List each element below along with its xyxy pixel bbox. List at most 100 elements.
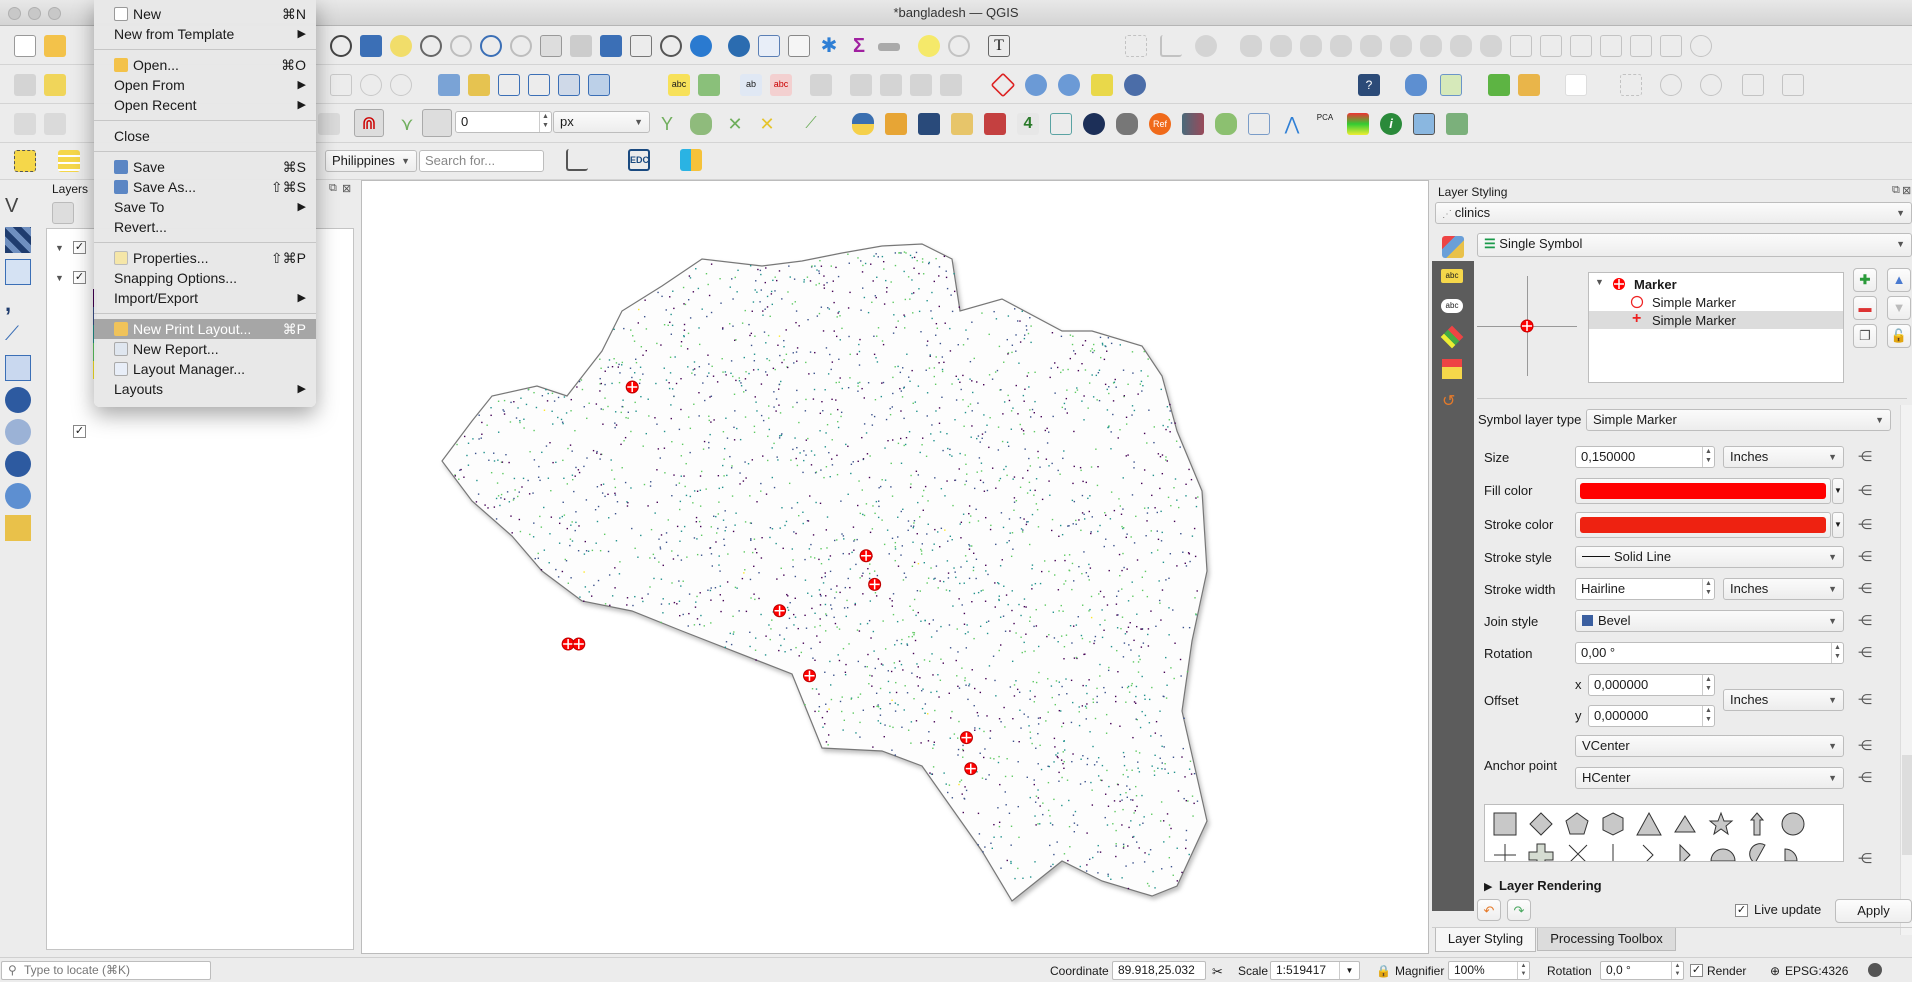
layer-stack-icon[interactable] [1215, 113, 1237, 135]
table-refresh-icon[interactable] [1440, 74, 1462, 96]
merge-features-icon[interactable] [1600, 35, 1622, 57]
add-postgis-icon[interactable] [5, 387, 31, 413]
map-tips-icon[interactable] [918, 35, 940, 57]
add-wfs-icon[interactable] [5, 451, 31, 477]
plugin-4-icon[interactable]: 4 [1017, 113, 1039, 135]
move-feature-icon[interactable] [1195, 35, 1217, 57]
add-vector-icon[interactable]: V [5, 195, 31, 221]
symbol-layer-type-select[interactable]: Simple Marker ▼ [1586, 409, 1891, 431]
scrollbar-thumb[interactable] [1902, 755, 1912, 855]
profile2-icon[interactable] [44, 113, 66, 135]
offset-y-spinner[interactable]: ▲ ▼ [1702, 706, 1714, 726]
live-update-checkbox[interactable]: ✓ [1735, 904, 1748, 917]
labels-tab-icon[interactable]: abc [1441, 269, 1463, 283]
merge-attributes-icon[interactable] [1630, 35, 1652, 57]
profile-icon[interactable] [14, 113, 36, 135]
table-grid-icon[interactable] [1248, 113, 1270, 135]
offset-unit-select[interactable]: Inches ▼ [1723, 689, 1844, 711]
data-defined-override-icon[interactable]: ⋲ [1858, 644, 1876, 660]
snap-avoid-icon[interactable] [690, 113, 712, 135]
add-polygon-icon[interactable] [1782, 74, 1804, 96]
add-spatialite-icon[interactable] [5, 355, 31, 381]
layer-checkbox[interactable]: ✓ [73, 271, 86, 284]
symbol-tree-item[interactable]: Simple Marker [1589, 293, 1843, 311]
anchor-vertical-select[interactable]: VCenter ▼ [1575, 735, 1844, 757]
country-select[interactable]: Philippines ▼ [325, 150, 417, 172]
menu-item-snapping-options[interactable]: Snapping Options... [94, 268, 316, 288]
menu-item-open-recent[interactable]: Open Recent ▶ [94, 95, 316, 115]
stroke-width-spinner[interactable]: ▲ ▼ [1702, 579, 1714, 599]
offset-curve-icon[interactable] [1480, 35, 1502, 57]
map-canvas[interactable] [361, 180, 1429, 954]
renderer-select[interactable]: ☰ Single Symbol ▼ [1477, 233, 1912, 257]
info-green-icon[interactable]: i [1380, 113, 1402, 135]
add-raster-icon[interactable] [5, 227, 31, 253]
redo-icon[interactable] [390, 74, 412, 96]
snap-self-icon[interactable]: ⟋ [800, 113, 822, 135]
measure-icon[interactable] [878, 43, 900, 51]
new-3d-view-icon[interactable] [570, 35, 592, 57]
zoom-native-icon[interactable] [450, 35, 472, 57]
add-mesh-icon[interactable] [5, 259, 31, 285]
vertex-tool-icon[interactable] [1510, 35, 1532, 57]
diagrams-tab-icon[interactable] [1442, 359, 1462, 379]
geocode-search-input[interactable]: Search for... [419, 150, 544, 172]
symbol-tree-item-selected[interactable]: + Simple Marker [1589, 310, 1843, 329]
properties-scrollbar[interactable] [1900, 405, 1912, 935]
layer-checkbox[interactable]: ✓ [73, 241, 86, 254]
statistics-icon[interactable]: Σ [848, 35, 870, 57]
zoom-out-icon[interactable] [330, 35, 352, 57]
multi-color-icon[interactable] [1347, 113, 1369, 135]
anchor-horizontal-select[interactable]: HCenter ▼ [1575, 767, 1844, 789]
refresh-icon[interactable] [690, 35, 712, 57]
undo-style-button[interactable]: ↶ [1477, 899, 1501, 921]
fill-color-button[interactable] [1575, 478, 1831, 504]
tab-layer-styling[interactable]: Layer Styling [1435, 928, 1536, 952]
style-manager-icon[interactable] [52, 202, 74, 224]
sld-icon[interactable] [680, 149, 702, 171]
menu-item-new-print-layout[interactable]: New Print Layout... ⌘P [94, 319, 316, 339]
zoom-last-icon[interactable] [480, 35, 502, 57]
menu-item-revert[interactable]: Revert... [94, 217, 316, 237]
field-calculator-icon[interactable] [788, 35, 810, 57]
locate2-icon[interactable] [1058, 74, 1080, 96]
close-window-button[interactable] [8, 7, 21, 20]
apply-button[interactable]: Apply [1835, 899, 1912, 923]
move-label-icon[interactable] [810, 74, 832, 96]
new-map-view-icon[interactable] [540, 35, 562, 57]
move-up-button[interactable]: ▲ [1887, 268, 1911, 292]
menu-item-close[interactable]: Close [94, 126, 316, 146]
fill-ring-icon[interactable] [1360, 35, 1382, 57]
zoom-full-icon[interactable] [360, 35, 382, 57]
shape-digitize-icon[interactable] [990, 72, 1016, 98]
label-move2-icon[interactable] [940, 74, 962, 96]
folder-plugin-icon[interactable] [951, 113, 973, 135]
ref-icon[interactable]: Ref [1149, 113, 1171, 135]
offset-y-input[interactable]: 0,000000 ▲ ▼ [1588, 705, 1715, 727]
add-ellipse-icon[interactable] [1700, 74, 1722, 96]
menu-item-open-from[interactable]: Open From ▶ [94, 75, 316, 95]
raster-calc-icon[interactable] [885, 113, 907, 135]
stroke-width-input[interactable]: Hairline ▲ ▼ [1575, 578, 1715, 600]
add-part-icon[interactable] [1330, 35, 1352, 57]
move-down-button[interactable]: ▼ [1887, 296, 1911, 320]
offset-x-input[interactable]: 0,000000 ▲ ▼ [1588, 674, 1715, 696]
snapping-tolerance-input[interactable]: 0 ▲ ▼ [455, 111, 552, 133]
quick-osm-icon[interactable] [1488, 74, 1510, 96]
earth-icon[interactable] [1083, 113, 1105, 135]
menu-item-save-to[interactable]: Save To ▶ [94, 197, 316, 217]
menu-item-properties[interactable]: Properties... ⇧⌘P [94, 248, 316, 268]
rotation-input[interactable]: 0,00 ° ▲ ▼ [1575, 642, 1844, 664]
menu-item-layout-manager[interactable]: Layout Manager... [94, 359, 316, 379]
snapping-mode-icon[interactable] [422, 109, 452, 137]
data-defined-override-icon[interactable]: ⋲ [1858, 482, 1876, 498]
render-checkbox[interactable]: ✓ [1690, 964, 1703, 977]
snapping-units-select[interactable]: px ▼ [553, 111, 650, 133]
fill-color-dropdown[interactable]: ▼ [1832, 478, 1844, 504]
trace-icon[interactable] [318, 113, 340, 135]
measure-angle-icon[interactable] [1160, 35, 1182, 57]
data-defined-override-icon[interactable]: ⋲ [1858, 737, 1876, 753]
new-memory-layer-icon[interactable] [558, 74, 580, 96]
redo-style-button[interactable]: ↷ [1507, 899, 1531, 921]
stroke-color-dropdown[interactable]: ▼ [1832, 512, 1844, 538]
